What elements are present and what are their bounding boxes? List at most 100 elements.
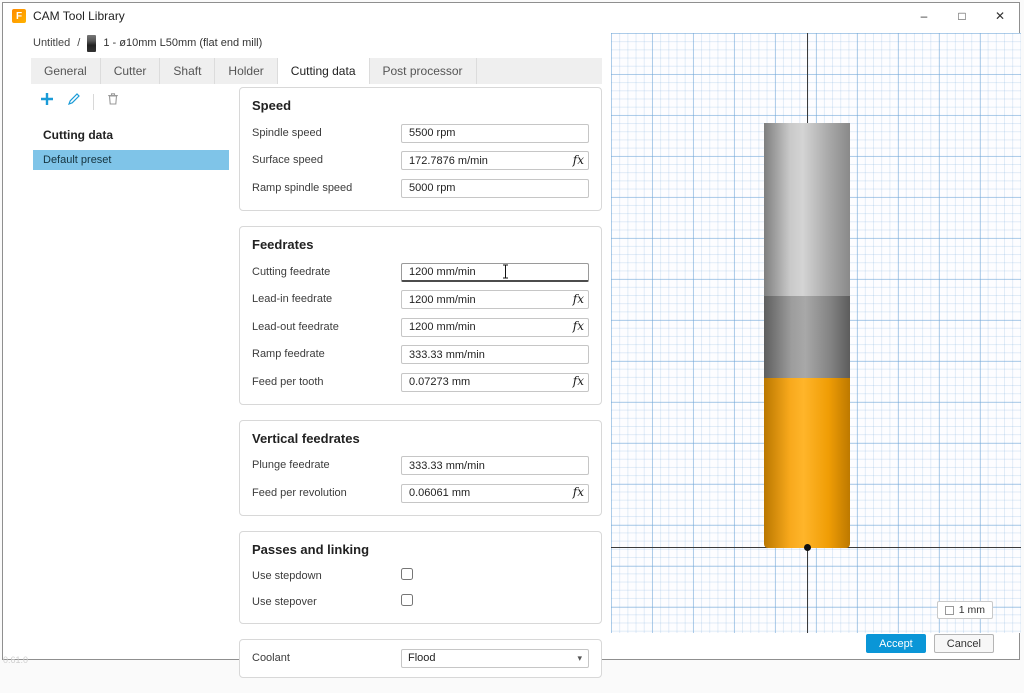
tool-shank-lower (764, 296, 850, 378)
maximize-button[interactable]: □ (943, 3, 981, 29)
lead-out-feedrate-field: fx (401, 317, 589, 337)
feed-per-tooth-field: fx (401, 372, 589, 392)
cutting-feedrate-label: Cutting feedrate (252, 266, 330, 278)
tab-cutting-data[interactable]: Cutting data (278, 58, 370, 84)
vertical-feedrates-section: Vertical feedrates Plunge feedrate Feed … (239, 420, 602, 516)
use-stepdown-label: Use stepdown (252, 570, 322, 582)
coolant-selected-value: Flood (408, 652, 436, 664)
form-row: Lead-in feedrate fx (252, 290, 589, 310)
feed-per-revolution-field: fx (401, 483, 589, 503)
ramp-spindle-speed-label: Ramp spindle speed (252, 182, 352, 194)
tab-post-processor[interactable]: Post processor (370, 58, 477, 84)
coolant-section: Coolant Flood ▾ (239, 639, 602, 678)
fx-expression-icon[interactable]: fx (573, 485, 584, 499)
passes-linking-section: Passes and linking Use stepdown Use step… (239, 531, 602, 624)
tab-shaft[interactable]: Shaft (160, 58, 215, 84)
scale-toggle[interactable]: 1 mm (937, 601, 993, 619)
form-row: Use stepdown (252, 567, 589, 585)
lead-out-feedrate-input[interactable] (401, 318, 589, 337)
tab-general[interactable]: General (31, 58, 101, 84)
preset-list-header: Cutting data (33, 120, 229, 150)
toolbar-separator (93, 94, 94, 110)
preset-item-default[interactable]: Default preset (33, 150, 229, 170)
section-title: Feedrates (252, 237, 589, 252)
add-preset-button[interactable] (39, 91, 55, 112)
lead-in-feedrate-input[interactable] (401, 290, 589, 309)
cancel-button[interactable]: Cancel (934, 634, 994, 653)
breadcrumb-tool-name: 1 - ø10mm L50mm (flat end mill) (103, 37, 262, 49)
use-stepdown-checkbox[interactable] (401, 568, 413, 580)
cutting-feedrate-input[interactable] (401, 263, 589, 282)
window-controls: – □ ✕ (905, 3, 1019, 29)
origin-point (804, 544, 811, 551)
fx-expression-icon[interactable]: fx (573, 292, 584, 306)
spindle-speed-field (401, 123, 589, 143)
breadcrumb-library[interactable]: Untitled (33, 37, 70, 49)
window-title: CAM Tool Library (33, 9, 125, 23)
scale-label: 1 mm (959, 604, 985, 616)
form-row: Lead-out feedrate fx (252, 317, 589, 337)
surface-speed-input[interactable] (401, 151, 589, 170)
use-stepover-label: Use stepover (252, 596, 317, 608)
plunge-feedrate-input[interactable] (401, 456, 589, 475)
fusion-logo-icon: F (12, 9, 26, 23)
section-title: Vertical feedrates (252, 431, 589, 446)
cutting-data-form: Speed Spindle speed Surface speed fx Ram… (239, 87, 602, 693)
chevron-down-icon: ▾ (577, 653, 582, 664)
preset-toolbar (33, 87, 229, 120)
lead-out-feedrate-label: Lead-out feedrate (252, 321, 339, 333)
fx-expression-icon[interactable]: fx (573, 153, 584, 167)
ramp-spindle-speed-input[interactable] (401, 179, 589, 198)
tab-holder[interactable]: Holder (215, 58, 277, 84)
text-cursor-icon (501, 264, 510, 279)
close-button[interactable]: ✕ (981, 3, 1019, 29)
preset-sidebar: Cutting data Default preset (33, 87, 229, 629)
ramp-feedrate-field (401, 345, 589, 365)
scale-checkbox[interactable] (945, 606, 954, 615)
tool-flute (764, 378, 850, 548)
accept-button[interactable]: Accept (866, 634, 926, 653)
surface-speed-field: fx (401, 151, 589, 171)
minimize-button[interactable]: – (905, 3, 943, 29)
surface-speed-label: Surface speed (252, 154, 323, 166)
tab-bar: General Cutter Shaft Holder Cutting data… (31, 58, 602, 84)
use-stepover-checkbox[interactable] (401, 594, 413, 606)
plus-icon (39, 91, 55, 107)
tool-thumbnail (87, 35, 96, 52)
breadcrumb-separator: / (77, 37, 80, 49)
form-row: Use stepover (252, 593, 589, 611)
feed-per-revolution-label: Feed per revolution (252, 487, 347, 499)
section-title: Passes and linking (252, 542, 589, 557)
plunge-feedrate-field (401, 456, 589, 476)
use-stepover-field (401, 593, 589, 611)
ramp-feedrate-label: Ramp feedrate (252, 348, 325, 360)
delete-preset-button[interactable] (105, 91, 121, 112)
lead-in-feedrate-field: fx (401, 290, 589, 310)
pencil-icon (66, 91, 82, 107)
version-text: 0.61.0 (3, 655, 28, 665)
feed-per-tooth-input[interactable] (401, 373, 589, 392)
form-row: Feed per tooth fx (252, 372, 589, 392)
feed-per-tooth-label: Feed per tooth (252, 376, 324, 388)
coolant-label: Coolant (252, 652, 290, 664)
ramp-spindle-speed-field (401, 178, 589, 198)
edit-preset-button[interactable] (66, 91, 82, 112)
section-title: Speed (252, 98, 589, 113)
spindle-speed-input[interactable] (401, 124, 589, 143)
feedrates-section: Feedrates Cutting feedrate Lead-in feedr… (239, 226, 602, 405)
tool-preview-canvas[interactable]: 1 mm (611, 33, 1021, 633)
ramp-feedrate-input[interactable] (401, 345, 589, 364)
fx-expression-icon[interactable]: fx (573, 374, 584, 388)
plunge-feedrate-label: Plunge feedrate (252, 459, 330, 471)
form-row: Feed per revolution fx (252, 483, 589, 503)
tool-shank-upper (764, 123, 850, 296)
cam-tool-library-window: F CAM Tool Library – □ ✕ Untitled / 1 - … (2, 2, 1020, 660)
form-row: Ramp feedrate (252, 345, 589, 365)
tab-cutter[interactable]: Cutter (101, 58, 161, 84)
speed-section: Speed Spindle speed Surface speed fx Ram… (239, 87, 602, 211)
form-row: Cutting feedrate (252, 262, 589, 282)
fx-expression-icon[interactable]: fx (573, 319, 584, 333)
feed-per-revolution-input[interactable] (401, 484, 589, 503)
form-row: Ramp spindle speed (252, 178, 589, 198)
dialog-footer: Accept Cancel (866, 634, 994, 653)
